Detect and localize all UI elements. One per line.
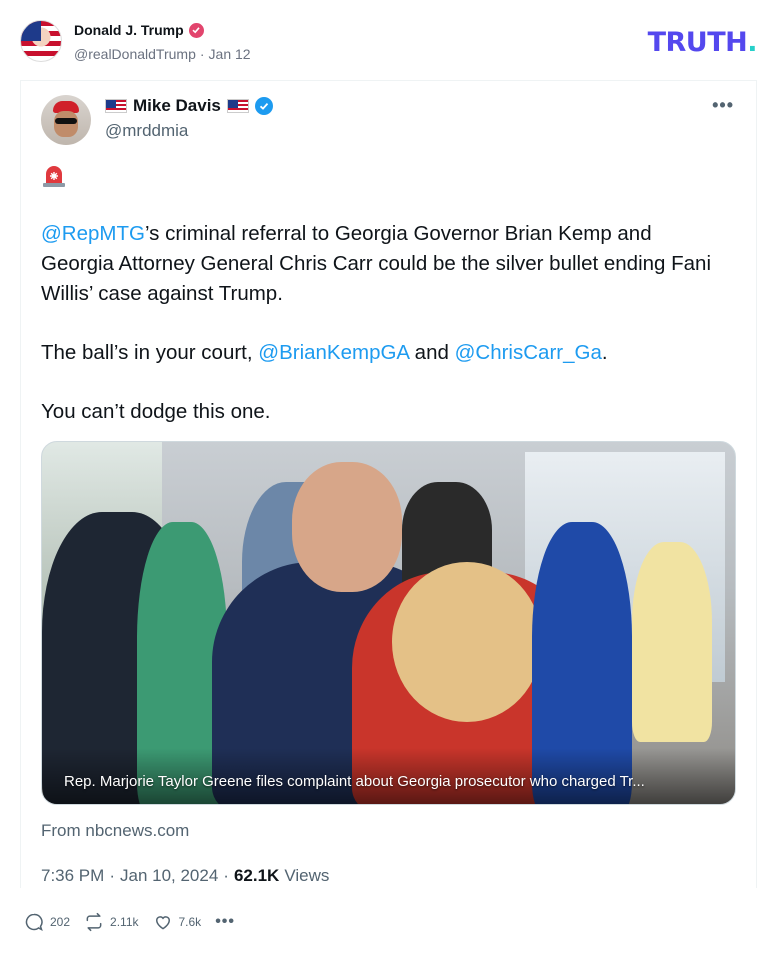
- views-count: 62.1K: [233, 866, 280, 885]
- like-button[interactable]: 7.6k: [153, 912, 202, 932]
- post-header: Donald J. Trump @realDonaldTrump · Jan 1…: [0, 0, 777, 80]
- tweet-paragraph: You can’t dodge this one.: [41, 400, 271, 423]
- tweet-text-segment: and: [408, 341, 455, 364]
- more-options-button[interactable]: •••: [215, 913, 235, 931]
- verified-badge-icon: [254, 97, 273, 115]
- media-photo: Rep. Marjorie Taylor Greene files compla…: [41, 441, 736, 805]
- tweet-author-name-text: Mike Davis: [133, 96, 221, 115]
- tweet-paragraph: The ball’s in your court, @BrianKempGA a…: [41, 338, 721, 368]
- retruth-count: 2.11k: [110, 915, 139, 929]
- media-source: From nbcnews.com: [41, 821, 190, 840]
- retruth-button[interactable]: 2.11k: [84, 912, 139, 932]
- tweet-more-icon: •••: [712, 95, 734, 115]
- avatar[interactable]: [20, 20, 62, 62]
- post-meta: @realDonaldTrump · Jan 12: [74, 46, 251, 62]
- tweet-body: @RepMTG’s criminal referral to Georgia G…: [41, 219, 721, 456]
- embedded-tweet[interactable]: Mike Davis @mrddmia ••• @RepMTG’s crimin…: [20, 80, 757, 888]
- us-flag-icon: [105, 99, 127, 113]
- reply-icon: [25, 913, 43, 932]
- like-count: 7.6k: [178, 915, 202, 929]
- tweet-paragraph: @RepMTG’s criminal referral to Georgia G…: [41, 219, 721, 309]
- timestamp-separator: ·: [109, 866, 115, 885]
- tweet-author-handle: @mrddmia: [105, 121, 189, 140]
- tweet-timestamp: 7:36 PM · Jan 10, 2024 · 62.1K Views: [41, 866, 329, 886]
- tweet-date: Jan 10, 2024: [119, 866, 219, 885]
- truth-logo-dot: .: [747, 27, 757, 58]
- heart-icon: [155, 916, 170, 930]
- post-actions: 202 2.11k 7.6k •••: [24, 912, 235, 932]
- reply-button[interactable]: 202: [24, 912, 70, 932]
- truth-logo-text: TRUTH: [647, 27, 748, 58]
- tweet-avatar: [41, 95, 91, 145]
- tweet-text-segment: The ball’s in your court,: [41, 341, 259, 364]
- author-name[interactable]: Donald J. Trump: [74, 22, 204, 38]
- mention-link: @ChrisCarr_Ga: [454, 341, 602, 364]
- author-name-text[interactable]: Donald J. Trump: [74, 22, 184, 38]
- reply-count: 202: [50, 915, 71, 929]
- retruth-icon: [86, 912, 102, 932]
- views-label: Views: [284, 866, 330, 885]
- timestamp-separator: ·: [223, 866, 229, 885]
- tweet-author-name: Mike Davis: [105, 96, 273, 116]
- verified-badge-icon: [188, 22, 204, 38]
- mention-link: @BrianKempGA: [258, 341, 409, 364]
- tweet-text-segment: .: [601, 341, 608, 364]
- meta-separator: ·: [199, 46, 205, 62]
- mention-link: @RepMTG: [41, 222, 145, 245]
- media-caption-bar: Rep. Marjorie Taylor Greene files compla…: [42, 748, 735, 804]
- tweet-time: 7:36 PM: [41, 866, 105, 885]
- author-handle[interactable]: @realDonaldTrump: [74, 46, 196, 62]
- post-date[interactable]: Jan 12: [209, 46, 251, 62]
- police-siren-icon: [43, 166, 65, 187]
- truth-logo[interactable]: TRUTH.: [647, 27, 758, 58]
- us-flag-icon: [226, 99, 249, 113]
- media-caption: Rep. Marjorie Taylor Greene files compla…: [64, 773, 645, 790]
